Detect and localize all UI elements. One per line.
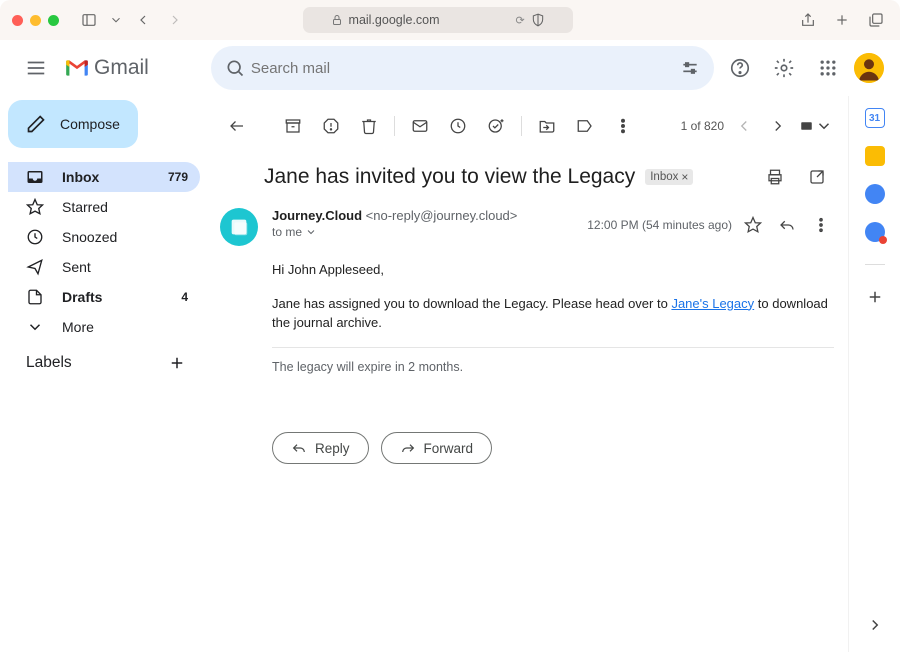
pencil-icon: [26, 114, 46, 134]
new-tab-icon[interactable]: [830, 8, 854, 32]
sidebar: Compose Inbox779 Starred Snoozed Sent Dr…: [0, 96, 200, 652]
side-panel: 31: [848, 96, 900, 652]
maximize-window-icon[interactable]: [48, 15, 59, 26]
email-subject: Jane has invited you to view the Legacy: [264, 165, 635, 189]
star-message-icon[interactable]: [740, 208, 766, 242]
account-avatar[interactable]: [854, 53, 884, 83]
collapse-panel-icon[interactable]: [858, 608, 892, 642]
back-to-inbox-icon[interactable]: [220, 109, 254, 143]
snooze-icon[interactable]: [441, 109, 475, 143]
labels-header: Labels: [8, 342, 200, 380]
gmail-header: Gmail: [0, 40, 900, 96]
reply-bar: Reply Forward: [272, 432, 834, 464]
add-label-icon[interactable]: [168, 354, 186, 372]
nav-forward-icon[interactable]: [163, 8, 187, 32]
main-content: 1 of 820 Jane has invited you to view th…: [206, 96, 900, 652]
tune-icon[interactable]: [680, 58, 700, 78]
nav-sent[interactable]: Sent: [8, 252, 200, 282]
print-icon[interactable]: [758, 160, 792, 194]
browser-chrome: mail.google.com ⟳: [0, 0, 900, 40]
chevron-down-icon: [305, 226, 317, 238]
main-menu-icon[interactable]: [16, 48, 56, 88]
remove-chip-icon[interactable]: ×: [681, 170, 688, 184]
search-bar[interactable]: [211, 46, 714, 90]
inbox-icon: [26, 168, 44, 186]
email-toolbar: 1 of 820: [220, 106, 834, 146]
app-name: Gmail: [94, 56, 149, 80]
nav-inbox[interactable]: Inbox779: [8, 162, 200, 192]
contacts-app-icon[interactable]: [865, 222, 885, 242]
input-tools-icon[interactable]: [798, 109, 834, 143]
legacy-link[interactable]: Jane's Legacy: [671, 296, 754, 311]
message-body: Hi John Appleseed, Jane has assigned you…: [272, 260, 834, 376]
sender-avatar: [220, 208, 258, 246]
send-icon: [26, 258, 44, 276]
clock-icon: [26, 228, 44, 246]
timestamp: 12:00 PM (54 minutes ago): [587, 218, 732, 232]
more-icon[interactable]: [606, 109, 640, 143]
search-icon: [225, 58, 245, 78]
nav-more[interactable]: More: [8, 312, 200, 342]
translate-icon[interactable]: ⟳: [516, 14, 525, 27]
reply-icon[interactable]: [774, 208, 800, 242]
subject-row: Jane has invited you to view the Legacy …: [264, 160, 834, 194]
chevron-down-icon[interactable]: [109, 8, 123, 32]
next-page-icon[interactable]: [764, 109, 792, 143]
prev-page-icon[interactable]: [730, 109, 758, 143]
body-paragraph: Jane has assigned you to download the Le…: [272, 294, 834, 333]
gmail-logo[interactable]: Gmail: [64, 55, 149, 81]
mark-unread-icon[interactable]: [403, 109, 437, 143]
inbox-chip[interactable]: Inbox×: [645, 169, 693, 185]
message-more-icon[interactable]: [808, 208, 834, 242]
spam-icon[interactable]: [314, 109, 348, 143]
add-task-icon[interactable]: [479, 109, 513, 143]
nav-drafts[interactable]: Drafts4: [8, 282, 200, 312]
delete-icon[interactable]: [352, 109, 386, 143]
to-line[interactable]: to me: [272, 225, 517, 239]
forward-button[interactable]: Forward: [381, 432, 493, 464]
close-window-icon[interactable]: [12, 15, 23, 26]
settings-icon[interactable]: [766, 50, 802, 86]
move-to-icon[interactable]: [530, 109, 564, 143]
footnote: The legacy will expire in 2 months.: [272, 347, 834, 377]
file-icon: [26, 288, 44, 306]
pagination-text: 1 of 820: [681, 119, 724, 133]
tasks-app-icon[interactable]: [865, 184, 885, 204]
url-bar[interactable]: mail.google.com ⟳: [303, 7, 573, 33]
greeting: Hi John Appleseed,: [272, 260, 834, 280]
archive-icon[interactable]: [276, 109, 310, 143]
shield-icon[interactable]: [531, 13, 545, 27]
chevron-down-icon: [26, 318, 44, 336]
keep-app-icon[interactable]: [865, 146, 885, 166]
share-icon[interactable]: [796, 8, 820, 32]
labels-icon[interactable]: [568, 109, 602, 143]
reply-button[interactable]: Reply: [272, 432, 369, 464]
nav-back-icon[interactable]: [131, 8, 155, 32]
apps-icon[interactable]: [810, 50, 846, 86]
help-icon[interactable]: [722, 50, 758, 86]
compose-button[interactable]: Compose: [8, 100, 138, 148]
nav-snoozed[interactable]: Snoozed: [8, 222, 200, 252]
sidebar-toggle-icon[interactable]: [77, 8, 101, 32]
star-icon: [26, 198, 44, 216]
message: Journey.Cloud <no-reply@journey.cloud> t…: [220, 204, 834, 464]
sender-line: Journey.Cloud <no-reply@journey.cloud>: [272, 208, 517, 223]
add-addon-icon[interactable]: [865, 287, 885, 307]
nav-starred[interactable]: Starred: [8, 192, 200, 222]
window-controls[interactable]: [12, 15, 59, 26]
tabs-icon[interactable]: [864, 8, 888, 32]
search-input[interactable]: [251, 60, 674, 77]
url-text: mail.google.com: [349, 13, 440, 27]
open-new-window-icon[interactable]: [800, 160, 834, 194]
calendar-app-icon[interactable]: 31: [865, 108, 885, 128]
minimize-window-icon[interactable]: [30, 15, 41, 26]
